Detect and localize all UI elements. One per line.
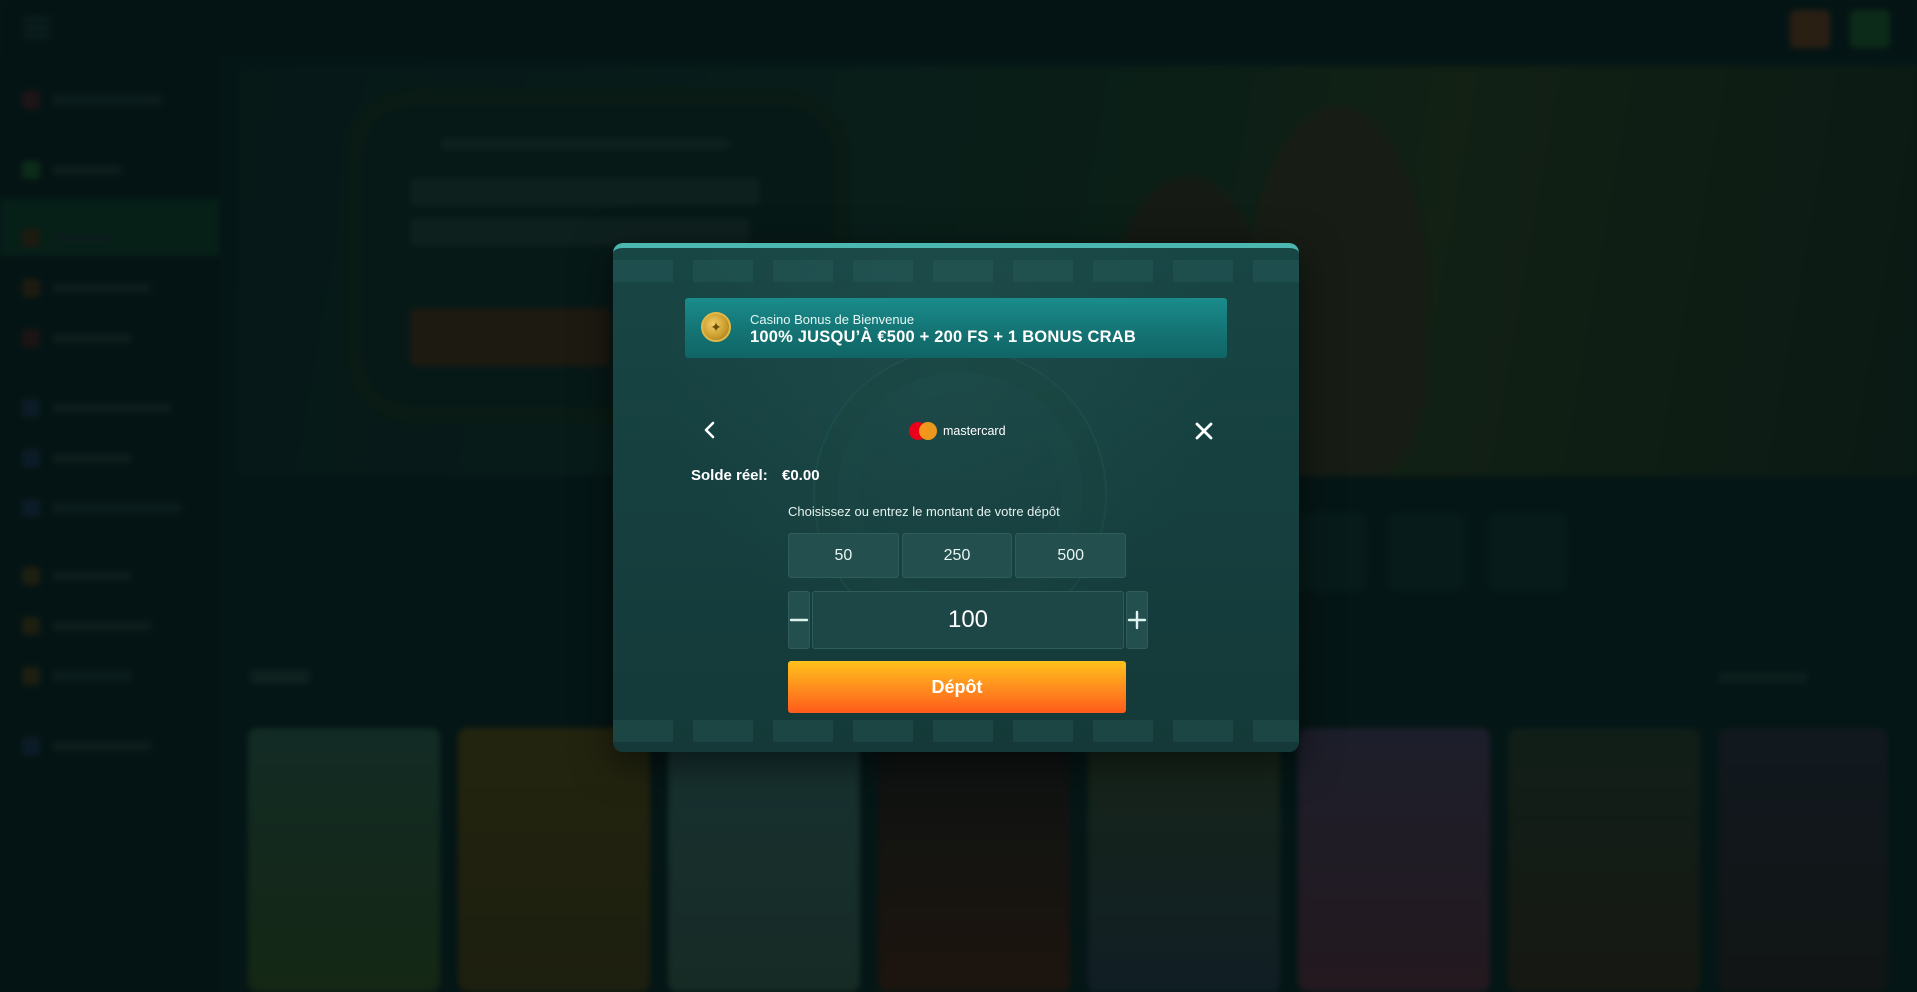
payment-method-label: mastercard	[943, 424, 1006, 438]
bonus-title: 100% JUSQU’À €500 + 200 FS + 1 BONUS CRA…	[750, 328, 1137, 346]
modal-texture	[613, 260, 1299, 282]
preset-amount-button[interactable]: 50	[788, 533, 899, 578]
plus-icon	[1127, 610, 1147, 630]
increase-button[interactable]	[1126, 591, 1148, 649]
bonus-subtitle: Casino Bonus de Bienvenue	[750, 312, 915, 327]
payment-method: mastercard	[909, 421, 1006, 441]
chevron-left-icon	[704, 421, 715, 439]
preset-amounts: 50 250 500	[788, 533, 1127, 578]
deposit-button[interactable]: Dépôt	[788, 661, 1126, 713]
preset-amount-button[interactable]: 250	[901, 533, 1013, 578]
minus-icon	[789, 618, 809, 622]
deposit-modal: ✦ Casino Bonus de Bienvenue 100% JUSQU’À…	[613, 243, 1299, 752]
decrease-button[interactable]	[788, 591, 810, 649]
welcome-bonus-banner: ✦ Casino Bonus de Bienvenue 100% JUSQU’À…	[685, 298, 1227, 358]
amount-input[interactable]	[812, 591, 1124, 649]
amount-hint: Choisissez ou entrez le montant de votre…	[788, 504, 1060, 519]
modal-texture	[613, 720, 1299, 742]
mastercard-logo	[909, 422, 937, 440]
preset-amount-button[interactable]: 500	[1015, 533, 1127, 578]
amount-stepper	[788, 591, 1148, 649]
balance-label: Solde réel:	[691, 467, 768, 484]
close-icon	[1195, 422, 1213, 440]
back-button[interactable]	[697, 418, 721, 442]
coin-icon: ✦	[701, 312, 731, 342]
close-button[interactable]	[1191, 418, 1217, 444]
balance-value: €0.00	[782, 467, 820, 484]
